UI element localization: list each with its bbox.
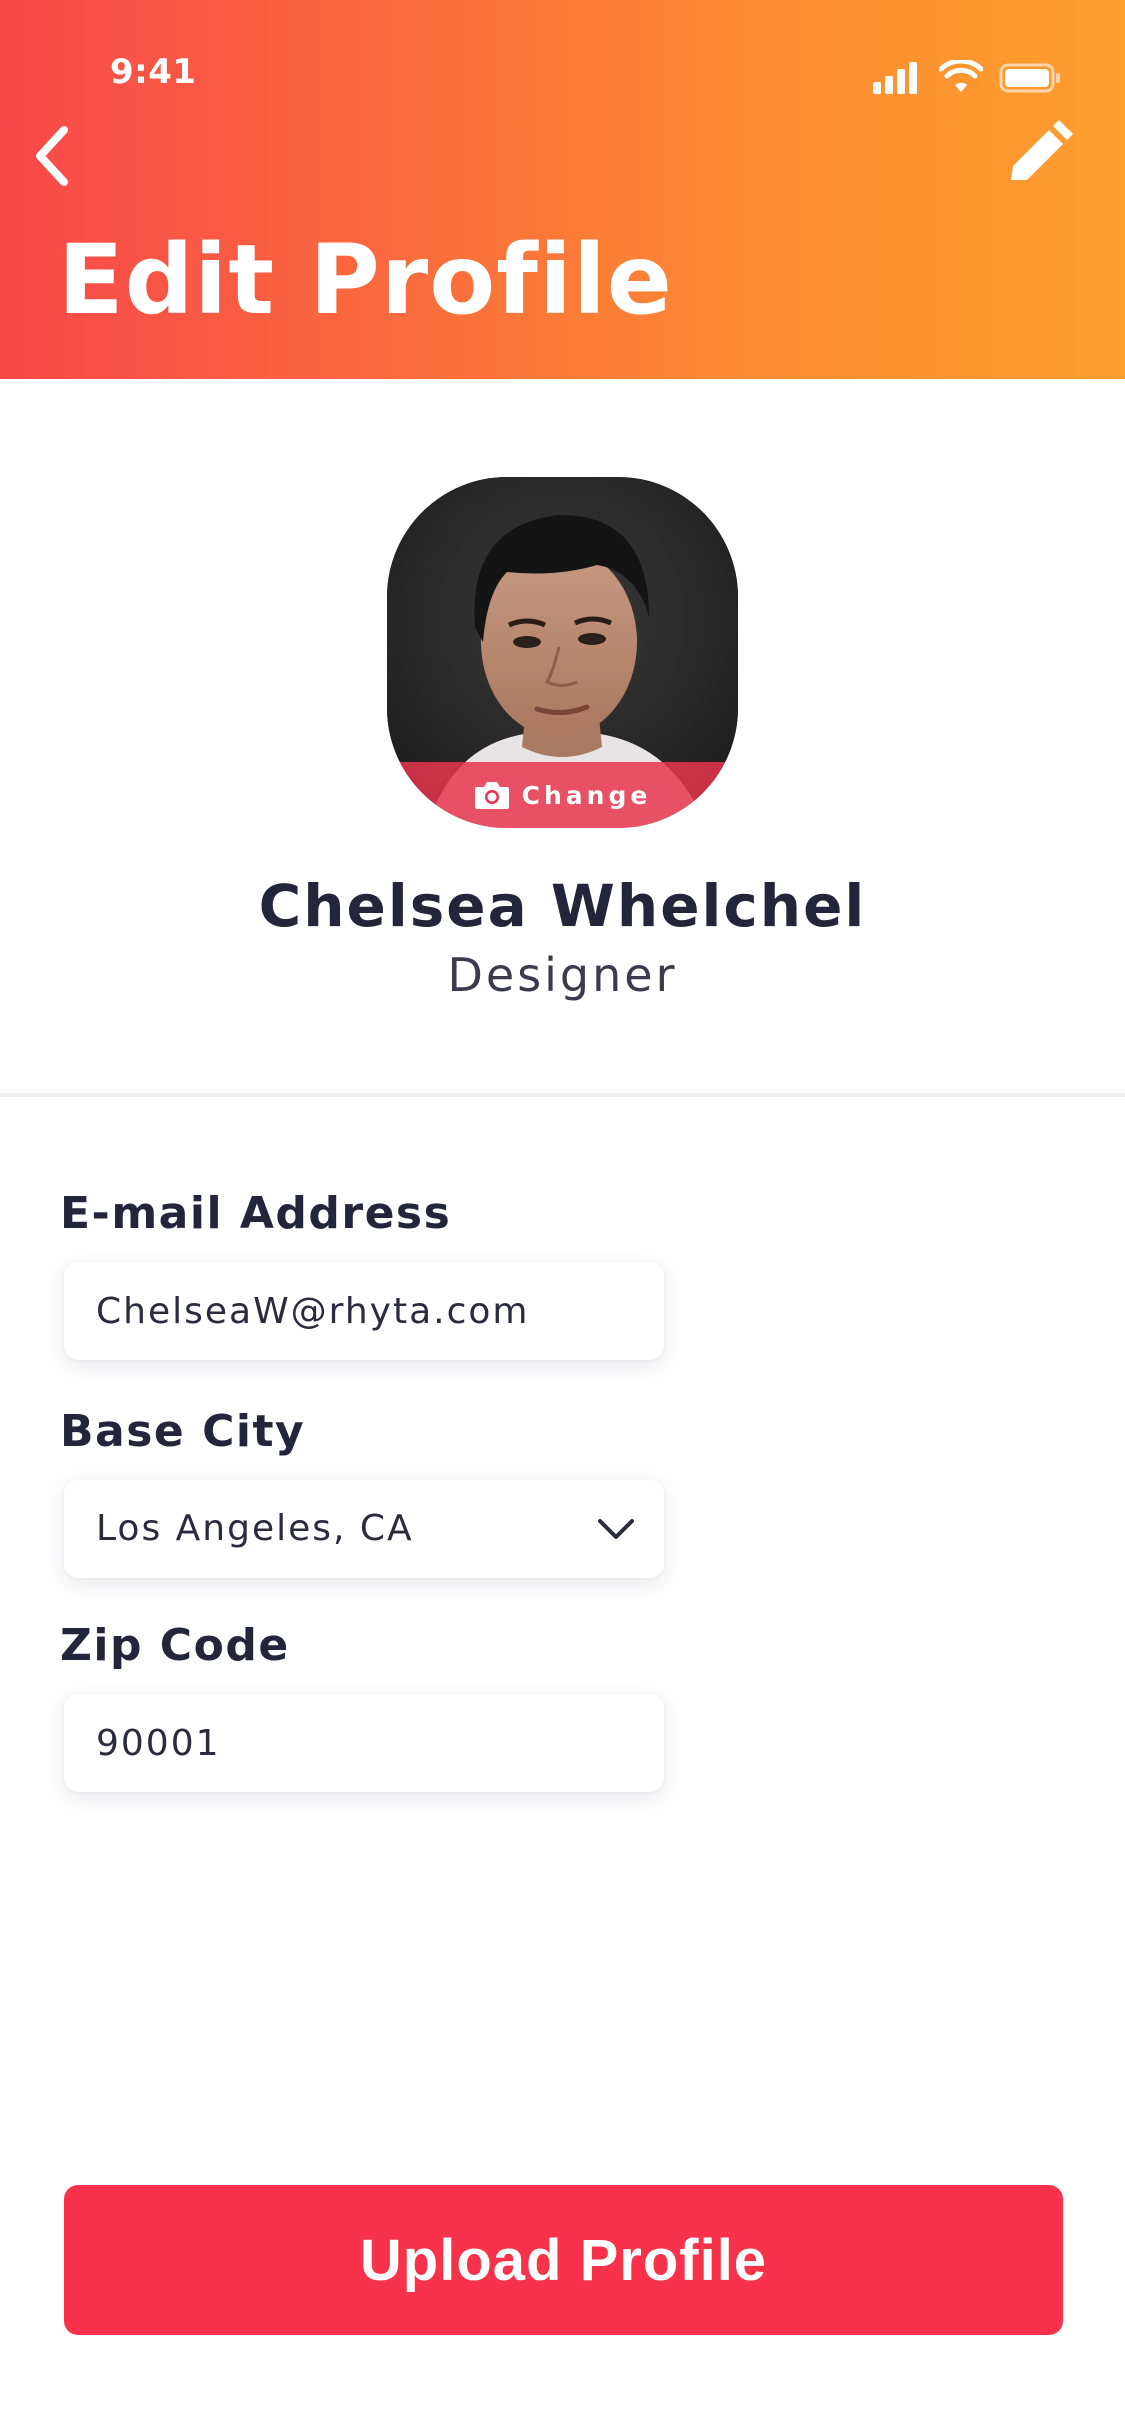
battery-icon — [999, 63, 1060, 93]
email-input[interactable] — [96, 1262, 616, 1360]
back-button[interactable] — [20, 120, 92, 192]
signal-icon — [873, 62, 917, 94]
zip-label: Zip Code — [60, 1620, 290, 1671]
divider — [0, 1093, 1125, 1097]
city-select[interactable]: Los Angeles, CA — [64, 1480, 664, 1578]
chevron-down-icon — [598, 1519, 634, 1539]
status-icons — [873, 60, 1073, 96]
upload-profile-button[interactable]: Upload Profile — [64, 2185, 1063, 2335]
email-field[interactable] — [64, 1262, 664, 1360]
zip-field[interactable] — [64, 1694, 664, 1792]
city-label: Base City — [60, 1406, 306, 1457]
header: 9:41 Edit Profile — [0, 0, 1125, 379]
edit-button[interactable] — [999, 120, 1079, 192]
upload-profile-label: Upload Profile — [359, 2227, 768, 2293]
change-photo-button[interactable]: Change — [387, 762, 738, 828]
back-chevron-icon — [36, 126, 68, 186]
page-title: Edit Profile — [58, 224, 673, 336]
email-label: E-mail Address — [60, 1188, 452, 1239]
status-time: 9:41 — [110, 52, 197, 92]
zip-input[interactable] — [96, 1694, 616, 1792]
edit-profile-screen: 9:41 Edit Profile Change Chelsea Whelche… — [0, 0, 1125, 2436]
pencil-icon — [1011, 120, 1073, 180]
profile-name: Chelsea Whelchel — [258, 872, 867, 940]
profile-role: Designer — [447, 948, 678, 1002]
wifi-icon — [939, 60, 983, 92]
change-photo-label: Change — [521, 780, 652, 810]
camera-icon — [474, 782, 509, 809]
avatar[interactable]: Change — [387, 477, 738, 828]
city-value: Los Angeles, CA — [96, 1508, 414, 1549]
